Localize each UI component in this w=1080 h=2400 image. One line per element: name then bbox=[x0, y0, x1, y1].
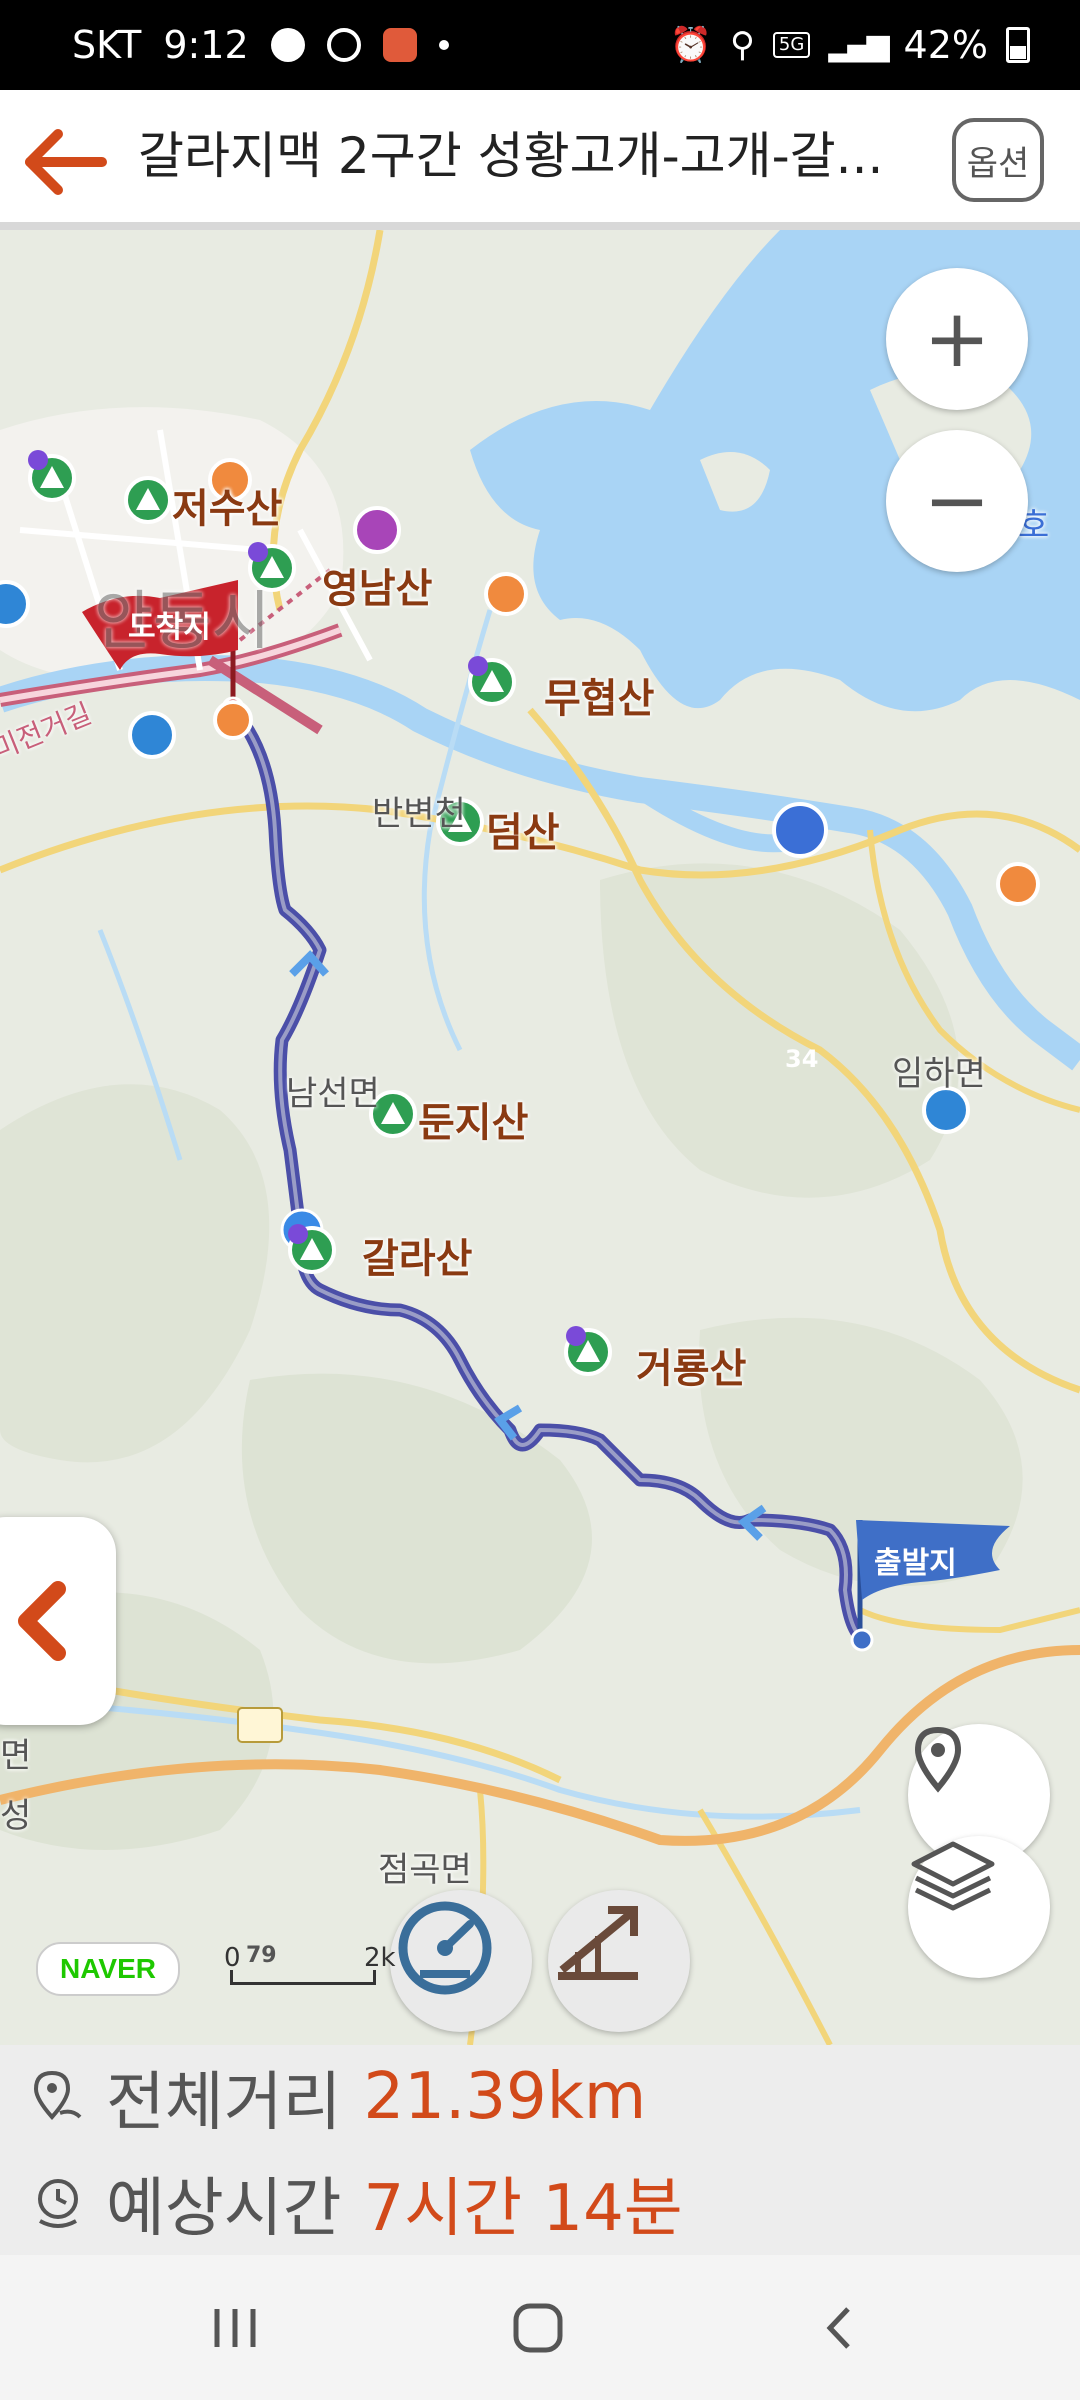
departure-flag-label: 출발지 bbox=[874, 1546, 957, 1581]
zoom-out-button[interactable]: − bbox=[886, 430, 1028, 572]
route-summary-panel: 전체거리 21.39km 예상시간 7시간 14분 bbox=[0, 2045, 1080, 2255]
app-notification-icon bbox=[382, 28, 417, 62]
more-notifications-icon bbox=[438, 40, 449, 50]
distance-row: 전체거리 21.39km bbox=[30, 2047, 646, 2147]
time-row: 예상시간 7시간 14분 bbox=[30, 2153, 683, 2253]
partial-left-label-2: 성 bbox=[0, 1796, 32, 1836]
clock-text: 9:12 bbox=[163, 23, 249, 67]
time-clock-icon bbox=[38, 2179, 78, 2228]
location-pin-icon bbox=[914, 1726, 962, 1793]
town-label-jeomgok: 점곡면 bbox=[378, 1850, 472, 1890]
carrier-text: SKT bbox=[72, 23, 142, 67]
distance-pin-icon bbox=[33, 2070, 82, 2121]
battery-text: 42% bbox=[903, 23, 988, 67]
options-button[interactable]: 옵션 bbox=[952, 118, 1044, 202]
home-icon bbox=[513, 2303, 563, 2352]
poi-label-deomsan: 덤산 bbox=[486, 810, 560, 856]
poi-label-georyongsan: 거룡산 bbox=[636, 1346, 747, 1392]
map-scale: 0 2k bbox=[224, 1943, 396, 1985]
system-back-icon bbox=[826, 2306, 850, 2349]
map-view[interactable]: 안동시 미전거길 저수산 영남산 무협산 덤산 둔지산 갈라산 거룡산 반변천 … bbox=[0, 230, 1080, 2045]
battery-icon bbox=[1006, 27, 1030, 63]
back-arrow-icon bbox=[25, 129, 107, 195]
location-icon: ⚲ bbox=[730, 25, 755, 65]
route-34-label: 34 bbox=[785, 1045, 819, 1073]
system-nav-bar bbox=[0, 2255, 1080, 2400]
route-title: 갈라지맥 2구간 성황고개-고개-갈... bbox=[138, 127, 884, 185]
elevation-icon bbox=[558, 1906, 638, 1980]
status-bar: SKT 9:12 ⏰ ⚲ 5G ▂▄▆ 42% bbox=[0, 0, 1080, 90]
system-back-button[interactable] bbox=[780, 2255, 900, 2400]
poi-label-muhyeopsan: 무협산 bbox=[544, 676, 655, 722]
recent-apps-icon bbox=[214, 2308, 256, 2347]
time-label: 예상시간 bbox=[106, 2172, 342, 2246]
alarm-icon: ⏰ bbox=[669, 25, 712, 65]
town-label-imha: 임하면 bbox=[892, 1054, 986, 1094]
side-panel-toggle[interactable] bbox=[0, 1517, 116, 1725]
scale-bar bbox=[230, 1970, 376, 1985]
distance-label: 전체거리 bbox=[106, 2066, 342, 2140]
map-layers-button[interactable] bbox=[908, 1836, 1050, 1978]
recent-apps-button[interactable] bbox=[175, 2255, 295, 2400]
poi-label-gallasan: 갈라산 bbox=[362, 1236, 473, 1282]
poi-label-dunjisan: 둔지산 bbox=[418, 1100, 529, 1146]
elevation-button[interactable] bbox=[548, 1890, 690, 2032]
network-type-icon: 5G bbox=[772, 32, 811, 58]
distance-value: 21.39km bbox=[363, 2060, 647, 2134]
town-label-namseon: 남선면 bbox=[286, 1074, 380, 1114]
layers-icon bbox=[911, 1841, 995, 1911]
speed-button[interactable] bbox=[390, 1890, 532, 2032]
poi-label-yeongnamsan: 영남산 bbox=[322, 566, 433, 612]
b-app-icon bbox=[326, 28, 361, 62]
zoom-in-button[interactable]: + bbox=[886, 268, 1028, 410]
arrival-flag-label: 도착지 bbox=[128, 610, 211, 645]
naver-logo: NAVER bbox=[36, 1942, 180, 1996]
scale-start-label: 0 bbox=[224, 1943, 241, 1973]
app-header: 갈라지맥 2구간 성황고개-고개-갈... 옵션 bbox=[0, 90, 1080, 230]
home-button[interactable] bbox=[478, 2255, 598, 2400]
back-button[interactable] bbox=[24, 120, 108, 204]
town-label-banbyeon: 반변천 bbox=[372, 794, 466, 834]
signal-icon: ▂▄▆ bbox=[828, 27, 889, 63]
time-value: 7시간 14분 bbox=[363, 2172, 683, 2246]
chevron-left-icon bbox=[18, 1581, 66, 1661]
poi-label-jeosusan: 저수산 bbox=[172, 486, 283, 532]
message-icon bbox=[270, 28, 305, 62]
partial-left-label: 면 bbox=[0, 1736, 32, 1776]
speedometer-icon bbox=[398, 1901, 492, 1995]
scale-end-label: 2k bbox=[364, 1943, 396, 1973]
